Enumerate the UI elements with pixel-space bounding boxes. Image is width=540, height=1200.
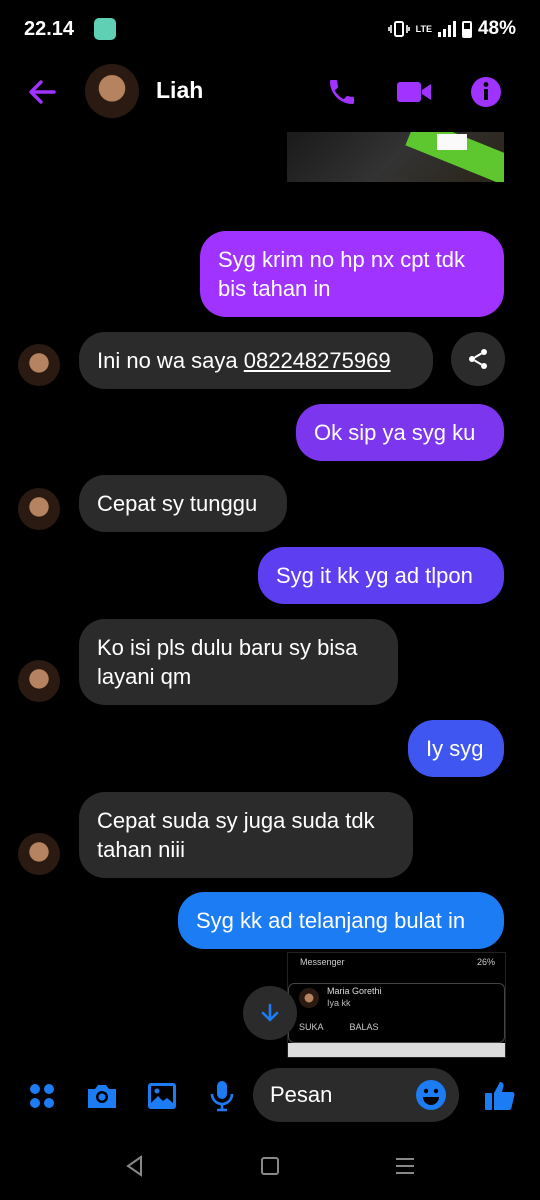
message-input[interactable]: Pesan <box>253 1068 459 1122</box>
message-incoming[interactable]: Ko isi pls dulu baru sy bisa layani qm <box>79 619 398 705</box>
message-incoming[interactable]: Cepat sy tunggu <box>79 475 287 532</box>
shot-text: Iya kk <box>327 998 351 1008</box>
video-camera-icon <box>397 82 431 102</box>
notification-app-icon <box>94 18 116 40</box>
emoji-icon[interactable] <box>415 1079 447 1111</box>
like-button[interactable] <box>480 1076 520 1116</box>
nav-home-icon[interactable] <box>258 1154 282 1178</box>
sender-avatar[interactable] <box>18 344 60 386</box>
voice-call-button[interactable] <box>322 72 362 112</box>
shot-app-name: Messenger <box>300 957 345 967</box>
sender-avatar[interactable] <box>18 660 60 702</box>
info-button[interactable] <box>466 72 506 112</box>
grid-dots-icon <box>30 1084 54 1108</box>
message-incoming[interactable]: Cepat suda sy juga suda tdk tahan niii <box>79 792 413 878</box>
scroll-to-bottom-button[interactable] <box>243 986 297 1040</box>
status-bar: 22.14 LTE 48% <box>0 0 540 60</box>
info-icon <box>471 77 501 107</box>
message-outgoing[interactable]: Syg krim no hp nx cpt tdk bis tahan in <box>200 231 504 317</box>
sender-avatar[interactable] <box>18 488 60 530</box>
nav-back-icon[interactable] <box>123 1154 147 1178</box>
shot-battery: 26% <box>476 957 495 967</box>
camera-icon <box>88 1085 116 1108</box>
message-outgoing[interactable]: Syg kk ad telanjang bulat in <box>178 892 504 949</box>
microphone-icon <box>210 1081 234 1112</box>
message-outgoing[interactable]: Syg it kk yg ad tlpon <box>258 547 504 604</box>
shot-sender: Maria Gorethi <box>327 986 382 996</box>
arrow-down-icon <box>261 1003 279 1022</box>
vibrate-icon <box>387 21 410 37</box>
system-nav-bar <box>0 1130 540 1200</box>
nav-recents-icon[interactable] <box>393 1154 417 1178</box>
more-actions-button[interactable] <box>22 1076 62 1116</box>
signal-icon <box>437 21 456 37</box>
video-call-button[interactable] <box>394 72 434 112</box>
battery-icon <box>461 20 472 38</box>
image-icon <box>148 1083 176 1109</box>
chat-header: Liah <box>0 60 540 124</box>
back-arrow-icon[interactable] <box>24 74 60 110</box>
shot-reply: BALAS <box>349 1022 379 1032</box>
contact-avatar[interactable] <box>85 64 139 118</box>
network-type: LTE <box>415 23 432 34</box>
shot-avatar <box>299 988 319 1008</box>
message-outgoing[interactable]: Ok sip ya syg ku <box>296 404 504 461</box>
phone-number-link[interactable]: 082248275969 <box>244 348 391 373</box>
message-incoming[interactable]: Ini no wa saya 082248275969 <box>79 332 433 389</box>
message-input-placeholder: Pesan <box>270 1082 333 1107</box>
share-icon <box>469 349 487 369</box>
status-time: 22.14 <box>24 18 75 40</box>
image-attachment[interactable] <box>287 132 504 182</box>
camera-button[interactable] <box>82 1076 122 1116</box>
screenshot-attachment[interactable]: Messenger 26% Maria Gorethi Iya kk SUKA BA… <box>287 952 506 1058</box>
share-button[interactable] <box>451 332 505 386</box>
composer: Pesan <box>0 1062 540 1130</box>
sender-avatar[interactable] <box>18 833 60 875</box>
gallery-button[interactable] <box>142 1076 182 1116</box>
message-list[interactable]: Syg krim no hp nx cpt tdk bis tahan in I… <box>0 124 540 1062</box>
shot-like: SUKA <box>299 1022 324 1032</box>
battery-percent: 48% <box>477 18 516 39</box>
status-right: LTE 48% <box>387 18 516 40</box>
phone-icon <box>330 80 354 104</box>
message-outgoing[interactable]: Iy syg <box>408 720 504 777</box>
thumbs-up-icon <box>485 1082 515 1110</box>
contact-name[interactable]: Liah <box>156 77 203 104</box>
voice-record-button[interactable] <box>202 1076 242 1116</box>
